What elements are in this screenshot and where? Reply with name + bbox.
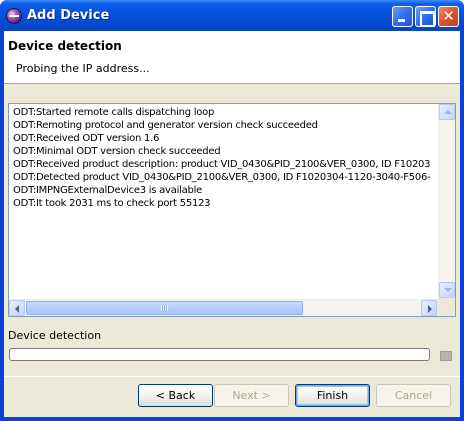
window-title: Add Device: [27, 8, 110, 23]
arrow-left-icon: [15, 305, 19, 313]
next-button[interactable]: Next >: [214, 384, 289, 407]
progress-bar: [9, 348, 430, 361]
log-line: ODT:It took 2031 ms to check port 55123: [13, 198, 211, 209]
log-lines: ODT:Started remote calls dispatching loo…: [13, 106, 437, 300]
wizard-header: Device detection Probing the IP address.…: [4, 31, 460, 84]
arrow-down-icon: [444, 288, 452, 292]
log-line: ODT:Minimal ODT version check succeeded: [13, 146, 221, 157]
scroll-left-button[interactable]: [9, 300, 25, 316]
stop-button[interactable]: [440, 351, 452, 361]
log-line: ODT:Detected product VID_0430&PID_2100&V…: [13, 172, 431, 183]
minimize-button[interactable]: [392, 6, 413, 27]
horizontal-scroll-thumb[interactable]: [26, 301, 303, 315]
scroll-down-button[interactable]: [439, 282, 455, 298]
scroll-right-button[interactable]: [421, 300, 437, 316]
title-bar[interactable]: Add Device ✕: [0, 0, 464, 31]
scroll-corner: [437, 298, 455, 316]
cancel-button[interactable]: Cancel: [376, 384, 451, 407]
scroll-up-button[interactable]: [439, 104, 455, 120]
close-button[interactable]: ✕: [438, 6, 459, 27]
eclipse-icon: [6, 8, 22, 24]
finish-button[interactable]: Finish: [295, 384, 370, 407]
log-line: ODT:Received product description: produc…: [13, 159, 431, 170]
arrow-right-icon: [428, 305, 432, 313]
progress-label: Device detection: [8, 329, 102, 342]
back-button[interactable]: < Back: [138, 384, 213, 407]
log-output[interactable]: ODT:Started remote calls dispatching loo…: [8, 103, 456, 317]
log-line: ODT:Received ODT version 1.6: [13, 133, 160, 144]
add-device-window: Add Device ✕ Device detection Probing th…: [0, 0, 464, 421]
horizontal-scrollbar[interactable]: [9, 299, 438, 316]
vertical-scrollbar[interactable]: [438, 104, 455, 299]
log-line: ODT:IMPNGExternalDevice3 is available: [13, 185, 203, 196]
log-line: ODT:Started remote calls dispatching loo…: [13, 107, 215, 118]
page-title: Device detection: [8, 39, 122, 53]
log-line: ODT:Remoting protocol and generator vers…: [13, 120, 318, 131]
status-message: Probing the IP address...: [16, 62, 150, 75]
arrow-up-icon: [444, 110, 452, 114]
separator: [4, 376, 460, 377]
close-icon: ✕: [442, 7, 455, 25]
dialog-body: Device detection Probing the IP address.…: [4, 31, 460, 417]
maximize-button[interactable]: [415, 6, 436, 27]
